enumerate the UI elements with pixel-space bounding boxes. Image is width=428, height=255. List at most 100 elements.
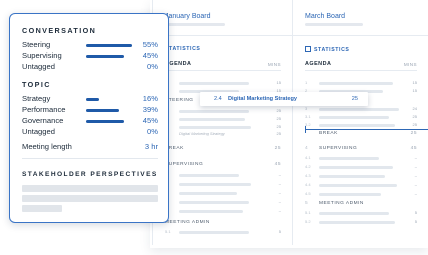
agenda-row-number: 1 <box>305 80 308 85</box>
agenda-row[interactable]: 4.5 – <box>305 191 417 197</box>
agenda-row[interactable]: 4.2 – <box>305 164 417 170</box>
agenda-row-bar <box>319 107 399 111</box>
agenda-row-minutes: 25 <box>276 131 281 136</box>
agenda-row[interactable]: – <box>165 208 281 214</box>
agenda-row-minutes: 5 <box>414 219 417 224</box>
section-minutes: 45 <box>410 146 417 151</box>
agenda-row-minutes: – <box>278 190 281 195</box>
agenda-row[interactable]: 5.1 5 <box>165 229 281 235</box>
agenda-row-ghost[interactable]: Digital Marketing Strategy 25 <box>165 131 281 137</box>
agenda-row-minutes: 25 <box>412 122 417 127</box>
agenda-row-minutes: – <box>278 172 281 177</box>
row-percent: 39% <box>142 105 158 114</box>
agenda-row-minutes: 5 <box>414 210 417 215</box>
agenda-row[interactable]: 4.1 – <box>305 155 417 161</box>
agenda-row-bar <box>319 174 385 178</box>
agenda-row-bar <box>319 123 395 127</box>
statistics-panel: CONVERSATION Steering 55% Supervising 45… <box>9 13 169 223</box>
section-number: 4 <box>305 146 309 151</box>
agenda-section-supervising[interactable]: SUPERVISING 45 <box>165 162 281 167</box>
board-title[interactable]: March Board <box>305 13 345 20</box>
section-label: MEETING ADMIN <box>319 201 364 206</box>
agenda-row-bar <box>179 209 243 213</box>
agenda-row[interactable]: 4.3 – <box>305 173 417 179</box>
topic-row-performance: Performance 39% <box>22 105 158 115</box>
board-title[interactable]: January Board <box>165 13 211 20</box>
statistics-link[interactable]: STATISTICS <box>165 46 201 52</box>
agenda-divider <box>305 70 417 71</box>
agenda-row[interactable]: 25 <box>165 124 281 130</box>
agenda-row-number: 4.4 <box>305 182 311 187</box>
row-label: Supervising <box>22 51 62 60</box>
agenda-row-minutes: – <box>414 182 417 187</box>
section-minutes: 25 <box>410 131 417 136</box>
statistics-link[interactable]: STATISTICS <box>305 46 350 53</box>
agenda-row-bar <box>179 125 251 129</box>
agenda-row-number: 3.1 <box>305 114 311 119</box>
panel-divider <box>22 158 158 159</box>
meeting-length-label: Meeting length <box>22 142 72 151</box>
section-minutes: 45 <box>274 162 281 167</box>
board-subtitle-placeholder <box>305 23 363 26</box>
topic-heading: TOPIC <box>22 80 51 89</box>
agenda-row[interactable]: 25 <box>165 116 281 122</box>
row-bar <box>86 43 132 47</box>
divider <box>293 35 428 36</box>
conversation-row-untagged: Untagged 0% <box>22 62 158 72</box>
board-march: March Board STATISTICS AGENDA MINS 1 15 … <box>292 0 428 245</box>
agenda-row-minutes: – <box>414 164 417 169</box>
agenda-section-supervising[interactable]: 4 SUPERVISING 45 <box>305 146 417 151</box>
agenda-row[interactable]: 5.2 5 <box>305 219 417 225</box>
agenda-row[interactable]: 15 <box>165 80 281 86</box>
agenda-row-number: 5.2 <box>305 219 311 224</box>
agenda-row-bar <box>319 192 381 196</box>
agenda-section-break[interactable]: BREAK 25 <box>165 146 281 151</box>
agenda-row-bar <box>319 165 393 169</box>
agenda-row-bar <box>179 173 239 177</box>
stakeholder-placeholder <box>22 205 62 212</box>
agenda-row-bar <box>179 182 251 186</box>
agenda-row[interactable]: 25 <box>165 108 281 114</box>
agenda-row-minutes: 5 <box>278 229 281 234</box>
dragged-item-title: Digital Marketing Strategy <box>228 96 298 102</box>
agenda-row-bar <box>179 191 237 195</box>
meeting-length-row: Meeting length 3 hr <box>22 142 158 152</box>
agenda-row[interactable]: – <box>165 199 281 205</box>
mins-heading: MINS <box>267 62 281 67</box>
agenda-section-meeting-admin[interactable]: 5 MEETING ADMIN <box>305 201 417 206</box>
agenda-row[interactable]: – <box>165 181 281 187</box>
agenda-row-bar <box>179 200 249 204</box>
agenda-row[interactable]: 1 15 <box>305 80 417 86</box>
agenda-row-number: 5.1 <box>165 229 171 234</box>
statistics-label: STATISTICS <box>314 47 350 53</box>
agenda-row-minutes: 15 <box>412 80 417 85</box>
agenda-row-minutes: 24 <box>412 106 417 111</box>
agenda-row-number: 4.5 <box>305 191 311 196</box>
row-label: Untagged <box>22 62 55 71</box>
agenda-row-bar <box>179 81 249 85</box>
agenda-row[interactable]: 3.2 25 <box>305 122 417 128</box>
agenda-row-minutes: 15 <box>412 88 417 93</box>
agenda-section-meeting-admin[interactable]: MEETING ADMIN <box>165 220 281 225</box>
section-number: 5 <box>305 201 309 206</box>
agenda-row[interactable]: 3.1 25 <box>305 114 417 120</box>
row-label: Strategy <box>22 94 51 103</box>
agenda-row[interactable]: 5.1 5 <box>305 210 417 216</box>
meeting-length-value: 3 hr <box>144 142 158 151</box>
section-label: SUPERVISING <box>319 146 358 151</box>
dragged-agenda-item[interactable]: 2.4 Digital Marketing Strategy 25 <box>200 92 368 106</box>
agenda-row[interactable]: 3 24 <box>305 106 417 112</box>
agenda-row[interactable]: – <box>165 172 281 178</box>
section-label: MEETING ADMIN <box>165 220 210 225</box>
agenda-row[interactable]: – <box>165 190 281 196</box>
agenda-row-minutes: 25 <box>412 114 417 119</box>
row-bar <box>86 97 100 101</box>
agenda-row-number: 4.2 <box>305 164 311 169</box>
agenda-row-bar <box>179 109 249 113</box>
row-percent: 0% <box>147 62 158 71</box>
agenda-row[interactable]: 4.4 – <box>305 182 417 188</box>
agenda-section-break[interactable]: BREAK 25 <box>305 131 417 136</box>
drop-indicator <box>305 129 428 130</box>
agenda-row-number: 4.1 <box>305 155 311 160</box>
ghost-item-label: Digital Marketing Strategy <box>179 131 225 136</box>
